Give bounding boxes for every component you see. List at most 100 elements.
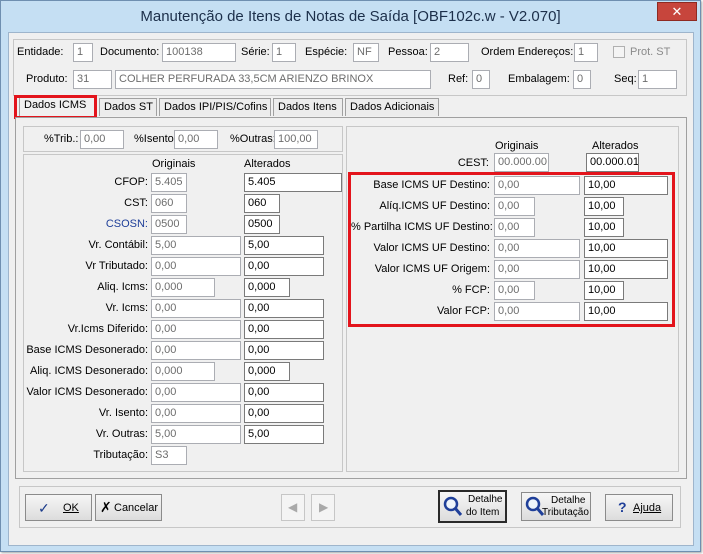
produto-code-field[interactable]: 31 (73, 70, 112, 89)
embalagem-label: Embalagem: (508, 73, 570, 85)
left-row-alterado-field[interactable]: 0,00 (244, 404, 324, 423)
left-row-alterado-field[interactable]: 0,00 (244, 299, 324, 318)
previous-button[interactable]: ◀ (281, 494, 305, 521)
left-row-label: Vr Tributado: (85, 260, 148, 272)
arrow-right-icon: ▶ (319, 500, 329, 514)
left-row-alterado-field[interactable]: 0,000 (244, 278, 290, 297)
left-row-alterado-field[interactable]: 0,00 (244, 257, 324, 276)
cest-label: CEST: (457, 157, 489, 169)
left-row-original-field[interactable]: 060 (151, 194, 187, 213)
left-row-label: Base ICMS Desonerado: (26, 344, 148, 356)
cest-original-field[interactable]: 00.000.00 (494, 153, 549, 172)
left-row-original-field[interactable]: 0,00 (151, 320, 241, 339)
window-title: Manutenção de Itens de Notas de Saída [O… (140, 8, 561, 25)
left-row-label: Vr. Isento: (98, 407, 148, 419)
left-row-original-field[interactable]: 0,00 (151, 404, 241, 423)
prot-st-label: Prot. ST (630, 46, 671, 58)
ajuda-button[interactable]: ? Ajuda (605, 494, 673, 521)
entidade-field[interactable]: 1 (73, 43, 93, 62)
right-alterados-header: Alterados (592, 140, 639, 152)
left-row-alterado-field[interactable]: 0500 (244, 215, 280, 234)
tab-dados-ipi-pis-cofins[interactable]: Dados IPI/PIS/Cofins (159, 98, 271, 116)
left-row-label: Vr. Outras: (95, 428, 148, 440)
left-row-label: Aliq. ICMS Desonerado: (30, 365, 148, 377)
cest-alterado-field[interactable]: 00.000.01 (586, 153, 639, 172)
serie-field[interactable]: 1 (272, 43, 296, 62)
especie-field[interactable]: NF (353, 43, 379, 62)
left-row-original-field[interactable]: 0,000 (151, 362, 215, 381)
detalhe-tributacao-label-2: Tributação (542, 507, 589, 518)
left-row-original-field[interactable]: S3 (151, 446, 187, 465)
left-originais-header: Originais (152, 158, 196, 170)
detalhe-tributacao-button[interactable]: Detalhe Tributação (521, 492, 591, 521)
produto-description-field[interactable]: COLHER PERFURADA 33,5CM ARIENZO BRINOX (115, 70, 431, 89)
left-row-alterado-field[interactable]: 0,00 (244, 341, 324, 360)
close-button[interactable]: ✕ (657, 2, 697, 21)
uf-destino-highlight (348, 172, 675, 327)
ajuda-button-label: Ajuda (633, 502, 662, 514)
outras-field[interactable]: 100,00 (274, 130, 318, 149)
prot-st-checkbox[interactable] (613, 46, 625, 58)
tab-dados-adicionais[interactable]: Dados Adicionais (345, 98, 439, 116)
left-row-label: Valor ICMS Desonerado: (26, 386, 148, 398)
serie-label: Série: (241, 46, 270, 58)
produto-label: Produto: (26, 73, 68, 85)
left-row-original-field[interactable]: 0,00 (151, 257, 241, 276)
left-row-label: CST: (124, 197, 148, 209)
left-row-original-field[interactable]: 0,00 (151, 299, 241, 318)
trib-label: %Trib.: (44, 133, 79, 145)
left-row-alterado-field[interactable]: 0,000 (244, 362, 290, 381)
left-alterados-header: Alterados (244, 158, 291, 170)
left-row-original-field[interactable]: 0500 (151, 215, 187, 234)
left-row-alterado-field[interactable]: 5.405 (244, 173, 342, 192)
cancel-button-label: Cancelar (114, 502, 159, 514)
seq-field[interactable]: 1 (638, 70, 677, 89)
tab-dados-itens[interactable]: Dados Itens (273, 98, 343, 116)
left-row-original-field[interactable]: 0,00 (151, 341, 241, 360)
seq-label: Seq: (614, 73, 637, 85)
next-button[interactable]: ▶ (311, 494, 335, 521)
ref-label: Ref: (448, 73, 469, 85)
left-row-label: CFOP: (114, 176, 148, 188)
outras-label: %Outras: (230, 133, 276, 145)
left-row-original-field[interactable]: 0,00 (151, 383, 241, 402)
documento-label: Documento: (100, 46, 160, 58)
left-row-alterado-field[interactable]: 060 (244, 194, 280, 213)
detalhe-item-label-2: do Item (466, 507, 500, 518)
main-window: Manutenção de Itens de Notas de Saída [O… (0, 0, 701, 552)
left-row-alterado-field[interactable]: 0,00 (244, 383, 324, 402)
isento-field[interactable]: 0,00 (174, 130, 218, 149)
embalagem-field[interactable]: 0 (573, 70, 591, 89)
right-originais-header: Originais (495, 140, 539, 152)
left-row-alterado-field[interactable]: 5,00 (244, 236, 324, 255)
check-icon: ✓ (38, 500, 50, 516)
especie-label: Espécie: (305, 46, 348, 58)
ok-button-label: OK (63, 502, 79, 514)
trib-field[interactable]: 0,00 (80, 130, 124, 149)
pessoa-field[interactable]: 2 (430, 43, 469, 62)
tab-dados-st[interactable]: Dados ST (99, 98, 157, 116)
ordem-enderecos-field[interactable]: 1 (574, 43, 598, 62)
tab-strip: Dados ICMS Dados ST Dados IPI/PIS/Cofins… (15, 96, 687, 118)
client-area: Entidade: 1 Documento: 100138 Série: 1 E… (8, 32, 694, 546)
left-row-alterado-field[interactable]: 0,00 (244, 320, 324, 339)
left-row-original-field[interactable]: 5.405 (151, 173, 187, 192)
left-row-original-field[interactable]: 5,00 (151, 236, 241, 255)
left-row-label: Aliq. Icms: (97, 281, 148, 293)
cancel-button[interactable]: ✗ Cancelar (95, 494, 162, 521)
title-bar[interactable]: Manutenção de Itens de Notas de Saída [O… (1, 1, 700, 33)
arrow-left-icon: ◀ (288, 500, 298, 514)
pessoa-label: Pessoa: (388, 46, 428, 58)
help-question-icon: ? (618, 499, 627, 515)
left-row-original-field[interactable]: 0,000 (151, 278, 215, 297)
left-row-label: Vr.Icms Diferido: (67, 323, 148, 335)
left-row-alterado-field[interactable]: 5,00 (244, 425, 324, 444)
ref-field[interactable]: 0 (472, 70, 490, 89)
ordem-enderecos-label: Ordem Endereços: (481, 46, 574, 58)
ok-button[interactable]: ✓ OK (25, 494, 92, 521)
left-row-original-field[interactable]: 5,00 (151, 425, 241, 444)
documento-field[interactable]: 100138 (162, 43, 236, 62)
isento-label: %Isento: (134, 133, 177, 145)
detalhe-item-button[interactable]: Detalhe do Item (438, 490, 507, 523)
detalhe-tributacao-label-1: Detalhe (551, 495, 586, 506)
